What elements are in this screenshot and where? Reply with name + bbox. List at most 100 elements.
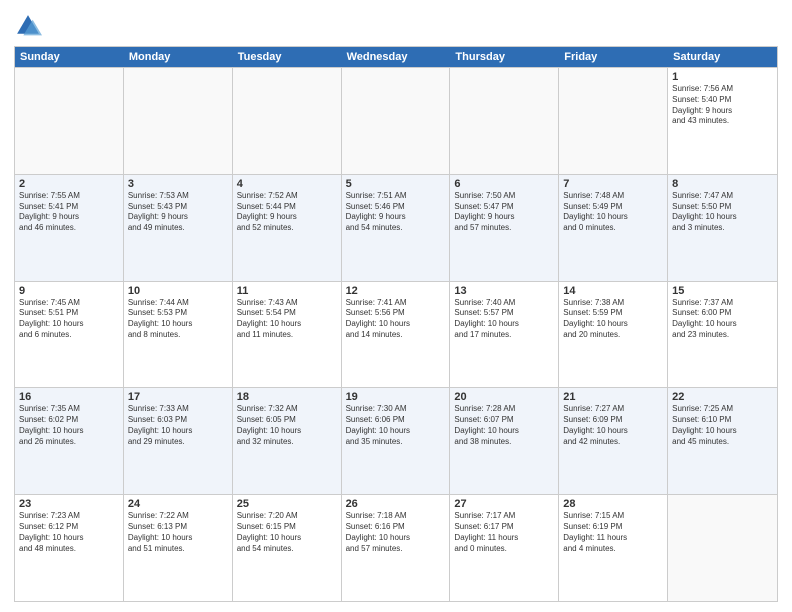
calendar-cell: 1Sunrise: 7:56 AMSunset: 5:40 PMDaylight…: [668, 68, 777, 174]
day-info: Sunrise: 7:41 AMSunset: 5:56 PMDaylight:…: [346, 298, 446, 341]
calendar-cell: 9Sunrise: 7:45 AMSunset: 5:51 PMDaylight…: [15, 282, 124, 388]
day-number: 21: [563, 391, 663, 403]
day-info: Sunrise: 7:44 AMSunset: 5:53 PMDaylight:…: [128, 298, 228, 341]
calendar-cell: 11Sunrise: 7:43 AMSunset: 5:54 PMDayligh…: [233, 282, 342, 388]
day-info: Sunrise: 7:25 AMSunset: 6:10 PMDaylight:…: [672, 404, 773, 447]
day-info: Sunrise: 7:40 AMSunset: 5:57 PMDaylight:…: [454, 298, 554, 341]
calendar-cell: 10Sunrise: 7:44 AMSunset: 5:53 PMDayligh…: [124, 282, 233, 388]
day-info: Sunrise: 7:20 AMSunset: 6:15 PMDaylight:…: [237, 511, 337, 554]
day-info: Sunrise: 7:56 AMSunset: 5:40 PMDaylight:…: [672, 84, 773, 127]
day-number: 25: [237, 498, 337, 510]
day-number: 3: [128, 178, 228, 190]
logo: [14, 12, 46, 40]
day-info: Sunrise: 7:37 AMSunset: 6:00 PMDaylight:…: [672, 298, 773, 341]
day-info: Sunrise: 7:33 AMSunset: 6:03 PMDaylight:…: [128, 404, 228, 447]
day-number: 20: [454, 391, 554, 403]
day-number: 5: [346, 178, 446, 190]
day-number: 10: [128, 285, 228, 297]
calendar-cell: 20Sunrise: 7:28 AMSunset: 6:07 PMDayligh…: [450, 388, 559, 494]
day-number: 19: [346, 391, 446, 403]
header-day-friday: Friday: [559, 47, 668, 67]
calendar-cell: 13Sunrise: 7:40 AMSunset: 5:57 PMDayligh…: [450, 282, 559, 388]
calendar-cell: 25Sunrise: 7:20 AMSunset: 6:15 PMDayligh…: [233, 495, 342, 601]
day-info: Sunrise: 7:18 AMSunset: 6:16 PMDaylight:…: [346, 511, 446, 554]
calendar-cell: 3Sunrise: 7:53 AMSunset: 5:43 PMDaylight…: [124, 175, 233, 281]
day-number: 2: [19, 178, 119, 190]
calendar-cell: 28Sunrise: 7:15 AMSunset: 6:19 PMDayligh…: [559, 495, 668, 601]
day-number: 6: [454, 178, 554, 190]
calendar-cell: 22Sunrise: 7:25 AMSunset: 6:10 PMDayligh…: [668, 388, 777, 494]
day-number: 22: [672, 391, 773, 403]
day-number: 24: [128, 498, 228, 510]
day-number: 7: [563, 178, 663, 190]
day-info: Sunrise: 7:23 AMSunset: 6:12 PMDaylight:…: [19, 511, 119, 554]
calendar-week-5: 23Sunrise: 7:23 AMSunset: 6:12 PMDayligh…: [15, 494, 777, 601]
day-number: 4: [237, 178, 337, 190]
calendar-cell: 8Sunrise: 7:47 AMSunset: 5:50 PMDaylight…: [668, 175, 777, 281]
calendar-cell: 16Sunrise: 7:35 AMSunset: 6:02 PMDayligh…: [15, 388, 124, 494]
calendar-cell: 24Sunrise: 7:22 AMSunset: 6:13 PMDayligh…: [124, 495, 233, 601]
day-number: 13: [454, 285, 554, 297]
calendar-cell: 26Sunrise: 7:18 AMSunset: 6:16 PMDayligh…: [342, 495, 451, 601]
day-info: Sunrise: 7:17 AMSunset: 6:17 PMDaylight:…: [454, 511, 554, 554]
header-day-monday: Monday: [124, 47, 233, 67]
day-number: 8: [672, 178, 773, 190]
calendar-cell: 19Sunrise: 7:30 AMSunset: 6:06 PMDayligh…: [342, 388, 451, 494]
day-number: 28: [563, 498, 663, 510]
day-info: Sunrise: 7:53 AMSunset: 5:43 PMDaylight:…: [128, 191, 228, 234]
logo-icon: [14, 12, 42, 40]
calendar-page: SundayMondayTuesdayWednesdayThursdayFrid…: [0, 0, 792, 612]
day-info: Sunrise: 7:22 AMSunset: 6:13 PMDaylight:…: [128, 511, 228, 554]
calendar-cell: 5Sunrise: 7:51 AMSunset: 5:46 PMDaylight…: [342, 175, 451, 281]
day-number: 16: [19, 391, 119, 403]
day-info: Sunrise: 7:48 AMSunset: 5:49 PMDaylight:…: [563, 191, 663, 234]
day-number: 26: [346, 498, 446, 510]
header-day-thursday: Thursday: [450, 47, 559, 67]
calendar-cell: [668, 495, 777, 601]
calendar-cell: 18Sunrise: 7:32 AMSunset: 6:05 PMDayligh…: [233, 388, 342, 494]
day-info: Sunrise: 7:28 AMSunset: 6:07 PMDaylight:…: [454, 404, 554, 447]
day-number: 9: [19, 285, 119, 297]
calendar-cell: [124, 68, 233, 174]
day-number: 11: [237, 285, 337, 297]
day-number: 17: [128, 391, 228, 403]
calendar-week-3: 9Sunrise: 7:45 AMSunset: 5:51 PMDaylight…: [15, 281, 777, 388]
day-info: Sunrise: 7:27 AMSunset: 6:09 PMDaylight:…: [563, 404, 663, 447]
header-day-wednesday: Wednesday: [342, 47, 451, 67]
calendar-cell: [559, 68, 668, 174]
day-number: 27: [454, 498, 554, 510]
calendar-cell: 17Sunrise: 7:33 AMSunset: 6:03 PMDayligh…: [124, 388, 233, 494]
calendar-cell: [342, 68, 451, 174]
day-info: Sunrise: 7:52 AMSunset: 5:44 PMDaylight:…: [237, 191, 337, 234]
header-day-sunday: Sunday: [15, 47, 124, 67]
day-info: Sunrise: 7:38 AMSunset: 5:59 PMDaylight:…: [563, 298, 663, 341]
header-day-tuesday: Tuesday: [233, 47, 342, 67]
calendar: SundayMondayTuesdayWednesdayThursdayFrid…: [14, 46, 778, 602]
calendar-week-2: 2Sunrise: 7:55 AMSunset: 5:41 PMDaylight…: [15, 174, 777, 281]
header-day-saturday: Saturday: [668, 47, 777, 67]
calendar-week-4: 16Sunrise: 7:35 AMSunset: 6:02 PMDayligh…: [15, 387, 777, 494]
day-info: Sunrise: 7:45 AMSunset: 5:51 PMDaylight:…: [19, 298, 119, 341]
day-number: 18: [237, 391, 337, 403]
header: [14, 12, 778, 40]
calendar-body: 1Sunrise: 7:56 AMSunset: 5:40 PMDaylight…: [15, 67, 777, 601]
day-number: 1: [672, 71, 773, 83]
day-info: Sunrise: 7:50 AMSunset: 5:47 PMDaylight:…: [454, 191, 554, 234]
calendar-cell: 12Sunrise: 7:41 AMSunset: 5:56 PMDayligh…: [342, 282, 451, 388]
day-info: Sunrise: 7:35 AMSunset: 6:02 PMDaylight:…: [19, 404, 119, 447]
day-number: 15: [672, 285, 773, 297]
calendar-header: SundayMondayTuesdayWednesdayThursdayFrid…: [15, 47, 777, 67]
calendar-week-1: 1Sunrise: 7:56 AMSunset: 5:40 PMDaylight…: [15, 67, 777, 174]
day-info: Sunrise: 7:51 AMSunset: 5:46 PMDaylight:…: [346, 191, 446, 234]
day-number: 14: [563, 285, 663, 297]
calendar-cell: 2Sunrise: 7:55 AMSunset: 5:41 PMDaylight…: [15, 175, 124, 281]
day-info: Sunrise: 7:55 AMSunset: 5:41 PMDaylight:…: [19, 191, 119, 234]
day-info: Sunrise: 7:32 AMSunset: 6:05 PMDaylight:…: [237, 404, 337, 447]
calendar-cell: 4Sunrise: 7:52 AMSunset: 5:44 PMDaylight…: [233, 175, 342, 281]
day-info: Sunrise: 7:15 AMSunset: 6:19 PMDaylight:…: [563, 511, 663, 554]
day-info: Sunrise: 7:43 AMSunset: 5:54 PMDaylight:…: [237, 298, 337, 341]
day-info: Sunrise: 7:47 AMSunset: 5:50 PMDaylight:…: [672, 191, 773, 234]
calendar-cell: 23Sunrise: 7:23 AMSunset: 6:12 PMDayligh…: [15, 495, 124, 601]
calendar-cell: 14Sunrise: 7:38 AMSunset: 5:59 PMDayligh…: [559, 282, 668, 388]
calendar-cell: 15Sunrise: 7:37 AMSunset: 6:00 PMDayligh…: [668, 282, 777, 388]
